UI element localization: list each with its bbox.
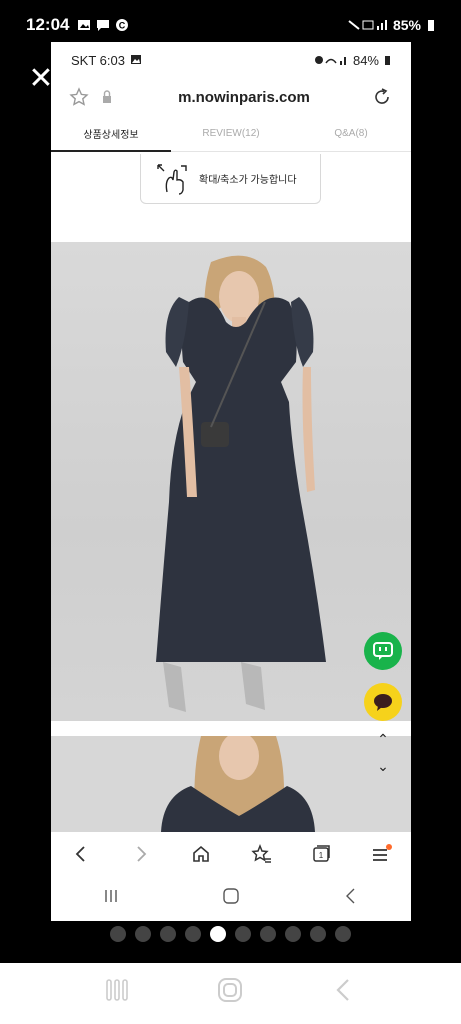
back-icon[interactable] (66, 839, 96, 869)
page-dot[interactable] (260, 926, 276, 942)
gallery-icon (78, 20, 91, 30)
kakao-chat-button[interactable] (364, 683, 402, 721)
tab-product-details[interactable]: 상품상세정보 (51, 116, 171, 152)
page-dot[interactable] (185, 926, 201, 942)
signal-icons (348, 20, 387, 30)
system-back-icon[interactable] (341, 886, 361, 911)
kakao-talk-button[interactable] (364, 632, 402, 670)
zoom-hint-text: 확대/축소가 가능합니다 (199, 175, 297, 186)
product-tabs: 상품상세정보 REVIEW(12) Q&A(8) (51, 116, 411, 152)
page-dot[interactable] (285, 926, 301, 942)
scroll-up-icon[interactable]: ⌃ (375, 731, 391, 747)
lock-icon (103, 90, 111, 103)
device-nav-bar (0, 963, 461, 1024)
device-recents-icon[interactable] (104, 977, 130, 1010)
refresh-icon[interactable] (371, 86, 393, 108)
product-photo-full[interactable] (51, 242, 411, 721)
battery-icon (428, 20, 434, 31)
home-icon[interactable] (186, 839, 216, 869)
star-icon[interactable] (69, 87, 89, 107)
page-dot[interactable] (235, 926, 251, 942)
home-button-icon[interactable] (221, 886, 241, 911)
svg-text:C: C (119, 21, 126, 31)
inner-battery-icon (385, 56, 390, 65)
chat-bubble-icon (374, 694, 392, 711)
url-text[interactable]: m.nowinparis.com (117, 89, 371, 106)
notification-icons: C (77, 18, 129, 32)
page-dot[interactable] (110, 926, 126, 942)
device-home-icon[interactable] (217, 977, 243, 1010)
product-photo-closeup[interactable] (51, 736, 411, 832)
menu-icon[interactable] (366, 839, 396, 869)
device-status-icons: 85% (347, 17, 435, 33)
page-dot[interactable] (160, 926, 176, 942)
device-clock: 12:04 (26, 15, 70, 34)
talk-icon (373, 642, 393, 660)
inner-gallery-icon (130, 55, 141, 64)
app-c-icon: C (116, 19, 129, 31)
photo-gap (51, 721, 411, 736)
screenshot-viewer: SKT 6:03 84% m.nowinparis.com 상품상세정보 REV… (51, 42, 411, 921)
model-closeup-illustration (161, 736, 315, 832)
browser-toolbar: 1 (51, 832, 411, 876)
inner-battery-level: 84% (352, 52, 379, 68)
tab-qna[interactable]: Q&A(8) (291, 116, 411, 151)
address-bar[interactable]: m.nowinparis.com (51, 78, 411, 116)
forward-icon[interactable] (126, 839, 156, 869)
svg-text:1: 1 (319, 851, 324, 860)
device-battery-level: 85% (392, 17, 421, 33)
device-back-icon[interactable] (331, 977, 357, 1010)
tab-review[interactable]: REVIEW(12) (171, 116, 291, 151)
page-dot-active[interactable] (210, 926, 226, 942)
tabs-icon[interactable]: 1 (306, 839, 336, 869)
inner-status-icons: 84% (314, 53, 391, 68)
bookmarks-icon[interactable] (246, 839, 276, 869)
inner-system-nav (51, 876, 411, 921)
inner-status-bar: SKT 6:03 84% (51, 42, 411, 78)
inner-carrier-time: SKT 6:03 (71, 52, 125, 68)
inner-signal-icon (314, 56, 346, 65)
page-indicator (0, 926, 461, 942)
zoom-hint-box: 확대/축소가 가능합니다 (140, 154, 321, 204)
recents-icon[interactable] (101, 886, 121, 911)
message-icon (97, 20, 110, 31)
page-dot[interactable] (335, 926, 351, 942)
page-dot[interactable] (310, 926, 326, 942)
model-dress-illustration (156, 255, 326, 712)
scroll-down-icon[interactable]: ⌄ (375, 758, 391, 774)
page-dot[interactable] (135, 926, 151, 942)
pinch-zoom-icon (157, 163, 187, 195)
